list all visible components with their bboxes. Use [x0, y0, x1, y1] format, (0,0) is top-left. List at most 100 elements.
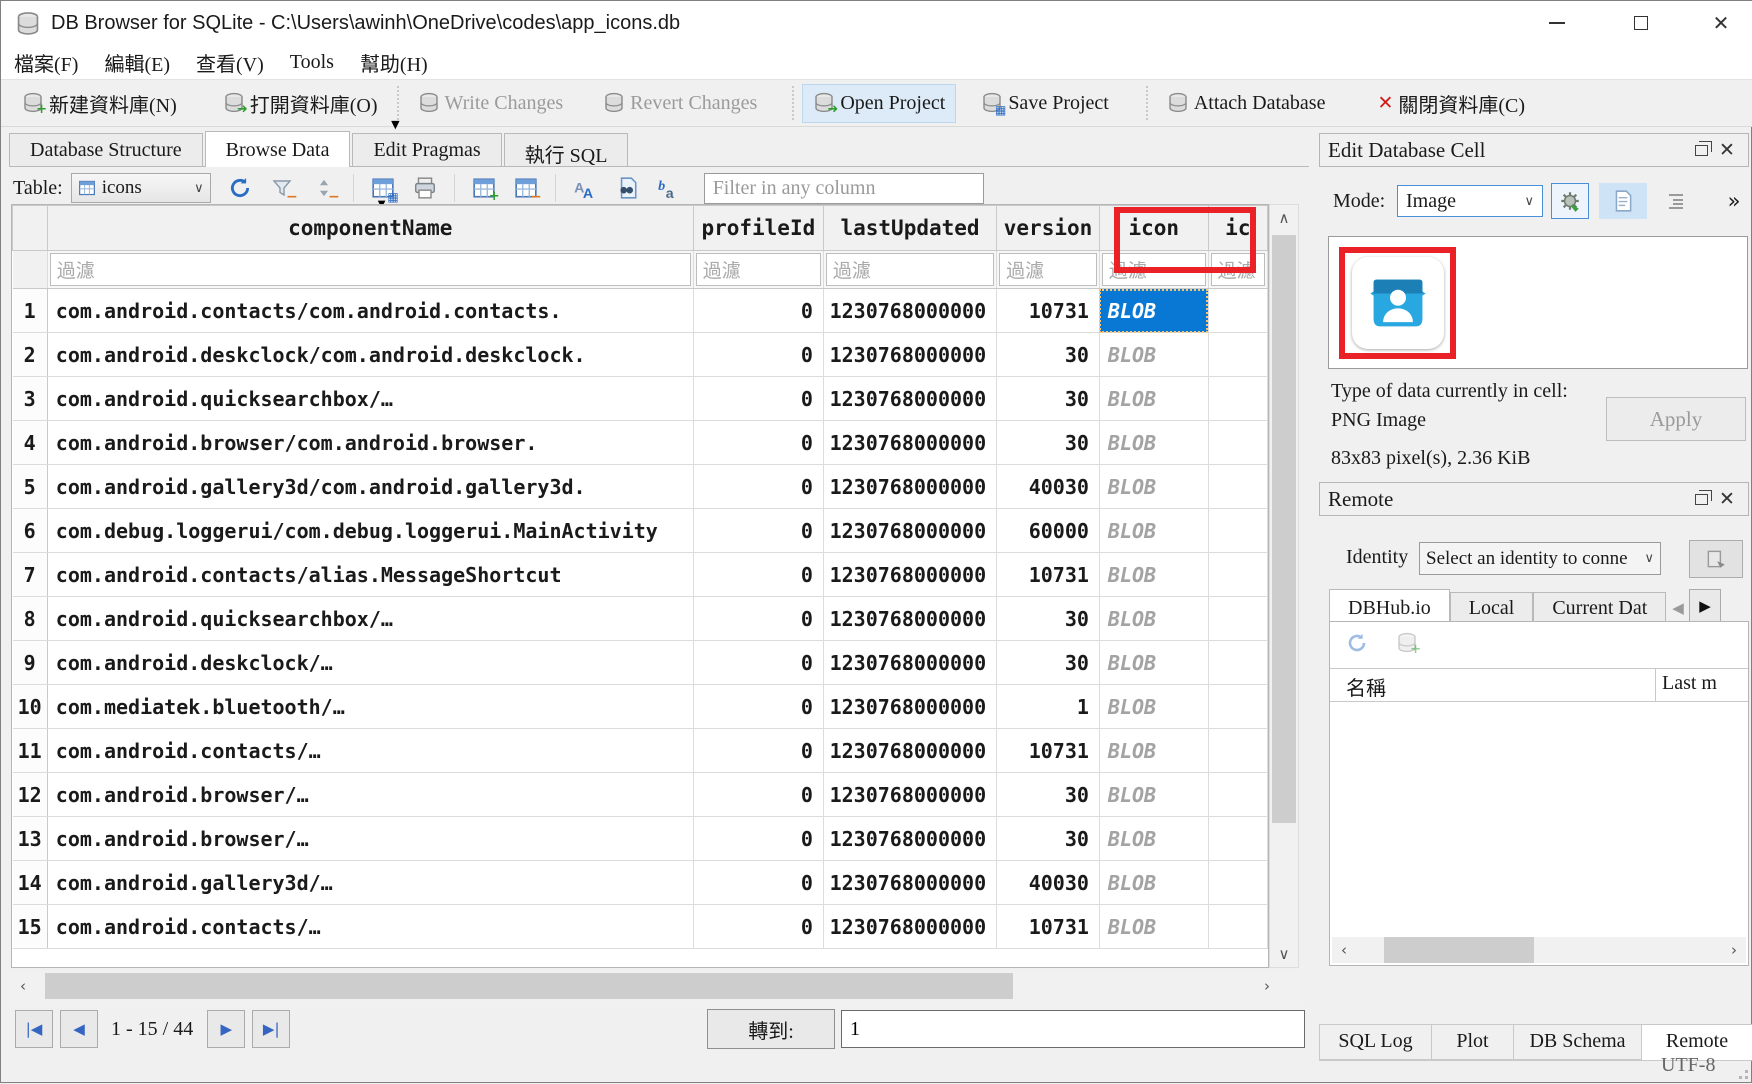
componentName-cell[interactable]: com.android.contacts/…	[47, 905, 693, 949]
minimize-button[interactable]	[1525, 1, 1589, 45]
filter-input[interactable]: 過濾	[1211, 253, 1265, 286]
clipped-cell[interactable]	[1208, 597, 1267, 641]
write-changes-button[interactable]: Write Changes	[407, 84, 575, 123]
print-button[interactable]	[412, 175, 438, 201]
tab-browse-data[interactable]: Browse Data	[205, 131, 351, 167]
first-record-button[interactable]: |◀	[15, 1010, 53, 1048]
row-number-cell[interactable]: 14	[13, 861, 48, 905]
row-number-cell[interactable]: 10	[13, 685, 48, 729]
lastUpdated-cell[interactable]: 1230768000000	[823, 817, 996, 861]
lastUpdated-cell[interactable]: 1230768000000	[823, 773, 996, 817]
column-divider[interactable]	[1655, 669, 1656, 702]
refresh-icon[interactable]	[1346, 632, 1368, 654]
version-cell[interactable]: 30	[997, 377, 1100, 421]
clipped-cell[interactable]	[1208, 553, 1267, 597]
version-cell[interactable]: 10731	[997, 729, 1100, 773]
profileId-cell[interactable]: 0	[693, 905, 823, 949]
lastUpdated-cell[interactable]: 1230768000000	[823, 685, 996, 729]
identity-select[interactable]: Select an identity to conne ∨	[1419, 542, 1661, 575]
table-row[interactable]: 5 com.android.gallery3d/com.android.gall…	[13, 465, 1268, 509]
tab-sql-log[interactable]: SQL Log	[1319, 1024, 1432, 1060]
componentName-cell[interactable]: com.android.browser/…	[47, 773, 693, 817]
scroll-left-icon[interactable]: ‹	[1332, 937, 1356, 963]
import-identity-button[interactable]	[1689, 540, 1743, 578]
tab-database-structure[interactable]: Database Structure	[9, 133, 203, 166]
table-row[interactable]: 1 com.android.contacts/com.android.conta…	[13, 289, 1268, 333]
horizontal-scrollbar[interactable]: ‹ ›	[9, 971, 1301, 1001]
tab-plot[interactable]: Plot	[1432, 1024, 1514, 1060]
menu-edit[interactable]: 編輯(E)	[91, 46, 183, 79]
table-row[interactable]: 9 com.android.deskclock/… 0 123076800000…	[13, 641, 1268, 685]
filter-input[interactable]: 過濾	[50, 253, 691, 286]
word-wrap-button[interactable]	[1661, 183, 1691, 219]
float-panel-button[interactable]	[1688, 145, 1714, 156]
lastUpdated-cell[interactable]: 1230768000000	[823, 421, 996, 465]
version-cell[interactable]: 30	[997, 773, 1100, 817]
componentName-cell[interactable]: com.android.gallery3d/…	[47, 861, 693, 905]
componentName-cell[interactable]: com.android.gallery3d/com.android.galler…	[47, 465, 693, 509]
horizontal-scrollbar-thumb[interactable]	[45, 973, 1013, 999]
attach-database-button[interactable]: Attach Database	[1156, 84, 1337, 123]
edit-display-button[interactable]	[656, 175, 682, 201]
lastUpdated-cell[interactable]: 1230768000000	[823, 597, 996, 641]
table-row[interactable]: 11 com.android.contacts/… 0 123076800000…	[13, 729, 1268, 773]
row-number-cell[interactable]: 8	[13, 597, 48, 641]
table-row[interactable]: 10 com.mediatek.bluetooth/… 0 1230768000…	[13, 685, 1268, 729]
componentName-cell[interactable]: com.debug.loggerui/com.debug.loggerui.Ma…	[47, 509, 693, 553]
clipped-cell[interactable]	[1208, 509, 1267, 553]
scroll-right-icon[interactable]: ›	[1253, 971, 1281, 1001]
clipped-cell[interactable]	[1208, 289, 1267, 333]
version-cell[interactable]: 30	[997, 641, 1100, 685]
clipped-cell[interactable]	[1208, 333, 1267, 377]
delete-record-button[interactable]: −	[513, 175, 539, 201]
clone-database-button[interactable]: +	[1396, 632, 1418, 654]
scroll-up-icon[interactable]: ∧	[1270, 205, 1298, 231]
icon-blob-cell[interactable]: BLOB	[1099, 641, 1208, 685]
table-row[interactable]: 8 com.android.quicksearchbox/… 0 1230768…	[13, 597, 1268, 641]
open-project-button[interactable]: ➜ Open Project	[802, 84, 956, 123]
icon-blob-cell[interactable]: BLOB	[1099, 817, 1208, 861]
icon-blob-cell[interactable]: BLOB	[1099, 553, 1208, 597]
clipped-cell[interactable]	[1208, 377, 1267, 421]
save-table-button[interactable]: ▦▼	[370, 175, 396, 201]
clipped-cell[interactable]	[1208, 465, 1267, 509]
icon-blob-cell[interactable]: BLOB	[1099, 597, 1208, 641]
clipped-cell[interactable]	[1208, 641, 1267, 685]
resize-grip[interactable]	[1736, 1067, 1748, 1079]
row-number-cell[interactable]: 7	[13, 553, 48, 597]
icon-blob-cell[interactable]: BLOB	[1099, 289, 1208, 333]
componentName-cell[interactable]: com.android.deskclock/com.android.deskcl…	[47, 333, 693, 377]
lastUpdated-cell[interactable]: 1230768000000	[823, 509, 996, 553]
version-cell[interactable]: 10731	[997, 289, 1100, 333]
row-number-cell[interactable]: 2	[13, 333, 48, 377]
lastUpdated-cell[interactable]: 1230768000000	[823, 905, 996, 949]
profileId-cell[interactable]: 0	[693, 421, 823, 465]
version-cell[interactable]: 10731	[997, 905, 1100, 949]
column-header-profileId[interactable]: profileId	[693, 206, 823, 251]
filter-input[interactable]: 過濾	[999, 253, 1097, 286]
lastUpdated-cell[interactable]: 1230768000000	[823, 729, 996, 773]
revert-changes-button[interactable]: Revert Changes	[592, 84, 768, 123]
version-cell[interactable]: 40030	[997, 465, 1100, 509]
text-mode-button[interactable]	[1599, 183, 1647, 219]
clipped-cell[interactable]	[1208, 773, 1267, 817]
row-number-cell[interactable]: 5	[13, 465, 48, 509]
profileId-cell[interactable]: 0	[693, 641, 823, 685]
row-number-cell[interactable]: 6	[13, 509, 48, 553]
clipped-cell[interactable]	[1208, 421, 1267, 465]
componentName-cell[interactable]: com.android.contacts/alias.MessageShortc…	[47, 553, 693, 597]
maximize-button[interactable]	[1609, 1, 1673, 45]
format-button[interactable]	[572, 175, 598, 201]
table-row[interactable]: 14 com.android.gallery3d/… 0 12307680000…	[13, 861, 1268, 905]
scroll-down-icon[interactable]: ∨	[1270, 941, 1298, 967]
scrollbar-thumb[interactable]	[1384, 937, 1534, 963]
icon-blob-cell[interactable]: BLOB	[1099, 861, 1208, 905]
tab-execute-sql[interactable]: 執行 SQL	[504, 133, 629, 166]
componentName-cell[interactable]: com.android.browser/com.android.browser.	[47, 421, 693, 465]
componentName-cell[interactable]: com.android.contacts/…	[47, 729, 693, 773]
icon-blob-cell[interactable]: BLOB	[1099, 421, 1208, 465]
table-row[interactable]: 4 com.android.browser/com.android.browse…	[13, 421, 1268, 465]
table-row[interactable]: 12 com.android.browser/… 0 1230768000000…	[13, 773, 1268, 817]
row-number-cell[interactable]: 15	[13, 905, 48, 949]
select-all-corner[interactable]	[13, 206, 48, 251]
